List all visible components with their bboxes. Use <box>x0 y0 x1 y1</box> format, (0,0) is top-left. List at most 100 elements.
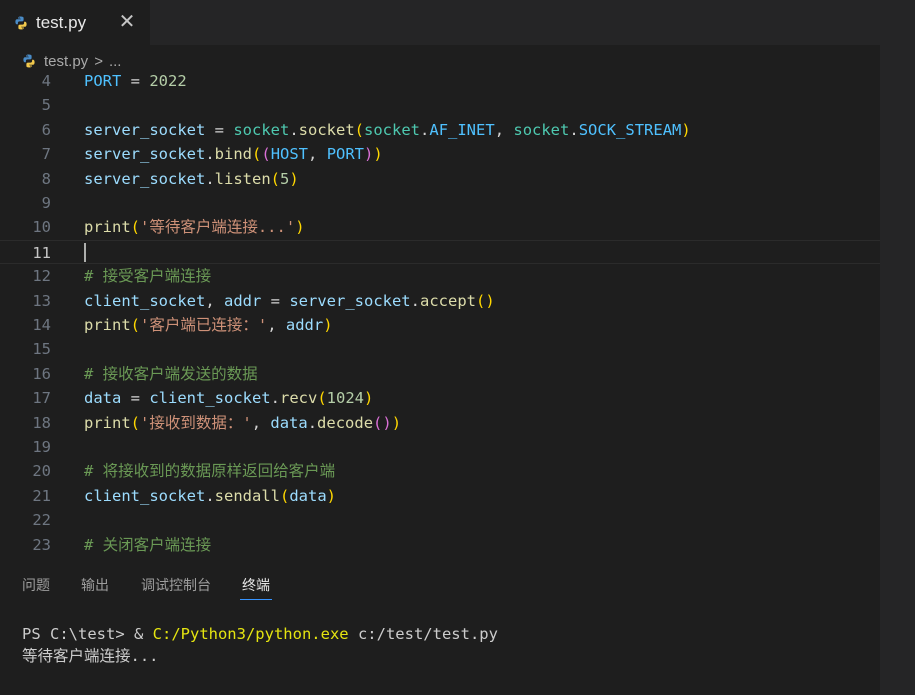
code-token: ) <box>323 316 333 334</box>
code-line[interactable]: 11 <box>0 239 880 264</box>
code-token: ( <box>354 120 365 139</box>
code-token: server_socket <box>84 169 206 188</box>
code-token: ( <box>252 145 262 164</box>
line-number: 21 <box>32 486 51 505</box>
code-token: data <box>289 486 327 505</box>
breadcrumb-file[interactable]: test.py <box>44 53 88 70</box>
code-token: print <box>84 316 131 334</box>
code-token: ) <box>681 120 691 139</box>
code-token: client_socket <box>149 389 271 408</box>
code-line[interactable]: 12 # 接受客户端连接 <box>0 264 880 288</box>
code-line[interactable]: 4 PORT = 2022 <box>0 69 880 93</box>
active-tab-indicator <box>240 599 272 600</box>
line-code: print('等待客户端连接...') <box>84 215 305 239</box>
line-number: 11 <box>32 243 51 262</box>
code-token: '接收到数据：' <box>140 413 252 432</box>
terminal-output: 等待客户端连接... <box>22 647 159 665</box>
tab-output[interactable]: 输出 <box>81 575 109 595</box>
line-code: client_socket, addr = server_socket.acce… <box>84 289 495 313</box>
python-icon <box>22 54 36 68</box>
terminal[interactable]: PS C:\test> & C:/Python3/python.exe c:/t… <box>22 623 498 667</box>
line-code: # 接受客户端连接 <box>84 264 211 288</box>
code-line[interactable]: 7 server_socket.bind((HOST, PORT)) <box>0 142 880 166</box>
code-token: , <box>267 316 286 334</box>
terminal-exe: C:/Python3/python.exe <box>152 625 349 643</box>
code-line[interactable]: 23 # 关闭客户端连接 <box>0 533 880 557</box>
code-token: data <box>270 413 308 432</box>
code-token: . <box>205 145 215 164</box>
code-line[interactable]: 5 <box>0 93 880 117</box>
line-number: 5 <box>41 96 51 115</box>
code-line[interactable]: 18 print('接收到数据：', data.decode()) <box>0 411 880 435</box>
code-token: = <box>121 72 150 90</box>
code-token: 2022 <box>149 72 187 90</box>
code-line[interactable]: 21 client_socket.sendall(data) <box>0 484 880 508</box>
code-token: socket <box>513 120 570 139</box>
code-line[interactable]: 17 data = client_socket.recv(1024) <box>0 386 880 410</box>
code-token: ) <box>295 218 305 237</box>
line-number: 17 <box>32 389 51 408</box>
code-line[interactable]: 13 client_socket, addr = server_socket.ac… <box>0 289 880 313</box>
line-code: print('客户端已连接：', addr) <box>84 313 333 337</box>
line-number: 9 <box>41 194 51 212</box>
line-code: data = client_socket.recv(1024) <box>84 386 373 410</box>
line-number: 4 <box>41 72 51 90</box>
code-token: accept <box>420 291 476 310</box>
tab-test-py[interactable]: test.py ✕ <box>0 0 150 45</box>
code-line[interactable]: 14 print('客户端已连接：', addr) <box>0 313 880 337</box>
code-token: socket <box>364 120 421 139</box>
code-token: server_socket <box>84 120 206 139</box>
scrollbar-area[interactable] <box>880 0 915 695</box>
tab-bar: test.py ✕ <box>0 0 880 45</box>
tab-problems[interactable]: 问题 <box>22 575 50 595</box>
tab-debug-console[interactable]: 调试控制台 <box>141 575 211 595</box>
line-number: 8 <box>41 169 51 188</box>
code-token: . <box>307 413 318 432</box>
tab-label: test.py <box>36 12 87 32</box>
code-line[interactable]: 8 server_socket.listen(5) <box>0 167 880 191</box>
terminal-operator: & <box>133 625 153 643</box>
code-token: '客户端已连接：' <box>140 316 268 334</box>
code-token: , <box>251 413 271 432</box>
line-code: server_socket.bind((HOST, PORT)) <box>84 142 383 166</box>
code-token: bind <box>214 145 252 164</box>
code-token: sendall <box>214 486 280 505</box>
line-code: PORT = 2022 <box>84 69 187 93</box>
breadcrumb-more[interactable]: ... <box>109 53 122 70</box>
code-line[interactable]: 9 <box>0 191 880 215</box>
code-token: HOST <box>270 145 309 164</box>
tab-terminal[interactable]: 终端 <box>242 575 270 595</box>
code-token: ) <box>364 145 374 164</box>
code-token: = <box>121 389 150 408</box>
code-token: PORT <box>84 72 122 90</box>
code-token: . <box>205 169 215 188</box>
code-editor[interactable]: 4 PORT = 2022 5 6 server_socket = socket.soc… <box>0 69 880 559</box>
code-token: listen <box>214 169 271 188</box>
code-token: ( <box>317 389 327 408</box>
code-token: ( <box>130 218 141 237</box>
code-token: addr <box>285 316 324 334</box>
line-number: 13 <box>32 291 51 310</box>
code-line[interactable]: 20 # 将接收到的数据原样返回给客户端 <box>0 459 880 483</box>
code-token: . <box>289 120 299 139</box>
code-token: print <box>84 218 131 237</box>
code-line[interactable]: 22 <box>0 508 880 532</box>
code-token: ( <box>476 291 486 310</box>
code-token: . <box>410 291 420 310</box>
code-token: client_socket <box>84 486 206 505</box>
code-token: socket <box>298 120 355 139</box>
code-line[interactable]: 16 # 接收客户端发送的数据 <box>0 362 880 386</box>
code-line[interactable]: 6 server_socket = socket.socket(socket.AF… <box>0 118 880 142</box>
line-code: print('接收到数据：', data.decode()) <box>84 411 401 435</box>
code-token: PORT <box>326 145 365 164</box>
code-token: ) <box>485 291 495 310</box>
line-number: 20 <box>32 462 51 481</box>
code-line[interactable]: 15 <box>0 337 880 361</box>
code-line[interactable]: 10 print('等待客户端连接...') <box>0 215 880 239</box>
close-icon[interactable]: ✕ <box>116 11 138 33</box>
line-code: client_socket.sendall(data) <box>84 484 336 508</box>
code-token: ( <box>261 145 271 164</box>
code-line[interactable]: 19 <box>0 435 880 459</box>
line-number: 14 <box>32 316 51 334</box>
code-token: # 接收客户端发送的数据 <box>84 364 258 383</box>
